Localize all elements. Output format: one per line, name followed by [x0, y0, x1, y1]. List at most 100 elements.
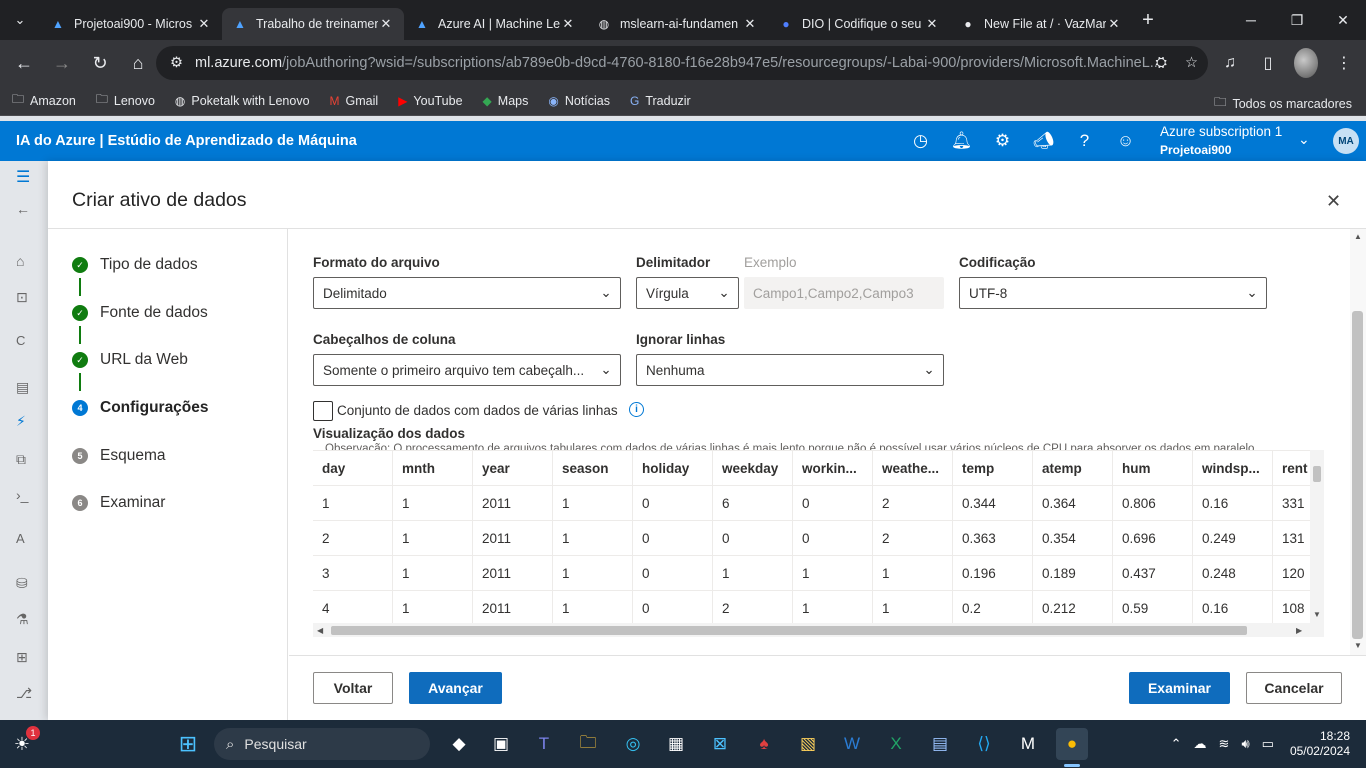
feedback-smiley-icon[interactable]: ☺: [1105, 131, 1146, 151]
bookmark-star-icon[interactable]: ☆: [1185, 55, 1198, 71]
home-icon[interactable]: ⌂: [120, 45, 156, 81]
browser-tab[interactable]: ● DIO | Codifique o seu ✕: [768, 8, 950, 40]
close-tab-icon[interactable]: ✕: [742, 16, 758, 32]
chrome-icon[interactable]: ●: [1056, 728, 1088, 760]
bookmark-noticias[interactable]: ◉ Notícias: [548, 94, 610, 108]
step-web-url[interactable]: ✓ URL da Web: [72, 348, 188, 372]
url-input[interactable]: ⚙ ml.azure.com/jobAuthoring?wsid=/subscr…: [156, 46, 1208, 80]
bookmark-maps[interactable]: ◆ Maps: [483, 94, 529, 108]
bookmark-lenovo[interactable]: 🗀 Lenovo: [96, 90, 155, 111]
cancel-button[interactable]: Cancelar: [1246, 672, 1342, 704]
multiline-checkbox[interactable]: [313, 401, 333, 421]
automl-icon[interactable]: ⚡︎: [16, 413, 26, 430]
back-arrow-icon[interactable]: ←: [6, 45, 42, 81]
column-header[interactable]: holiday: [633, 451, 713, 486]
file-format-dropdown[interactable]: Delimitado ⌄: [313, 277, 621, 309]
column-header[interactable]: mnth: [393, 451, 473, 486]
column-header[interactable]: day: [313, 451, 393, 486]
step-settings[interactable]: 4 Configurações: [72, 396, 209, 420]
calculator-icon[interactable]: ▦: [660, 728, 692, 760]
copilot-icon[interactable]: ◆: [443, 728, 475, 760]
site-info-icon[interactable]: ⚙: [170, 55, 183, 71]
bookmark-youtube[interactable]: ▶ YouTube: [398, 94, 462, 108]
table-horizontal-scrollbar[interactable]: ◀ ▶: [313, 623, 1324, 637]
user-avatar[interactable]: MA: [1333, 128, 1359, 154]
edge-icon[interactable]: ◎: [617, 728, 649, 760]
subscription-switcher[interactable]: Azure subscription 1 Projetoai900: [1160, 123, 1282, 159]
scroll-thumb[interactable]: [1313, 466, 1321, 482]
components-icon[interactable]: ⊞: [16, 649, 28, 666]
scroll-up-arrow-icon[interactable]: ▲: [1354, 232, 1362, 241]
scroll-down-arrow-icon[interactable]: ▼: [1313, 610, 1321, 619]
close-tab-icon[interactable]: ✕: [560, 16, 576, 32]
table-vertical-scrollbar[interactable]: ▼: [1310, 450, 1324, 625]
help-icon[interactable]: ?: [1064, 131, 1105, 151]
solitaire-icon[interactable]: ♠: [748, 728, 780, 760]
step-data-source[interactable]: ✓ Fonte de dados: [72, 301, 208, 325]
volume-icon[interactable]: 🔊︎: [1241, 736, 1249, 752]
close-icon[interactable]: ✕: [1326, 191, 1341, 212]
home-icon[interactable]: ⌂: [16, 253, 24, 269]
profile-avatar[interactable]: [1294, 48, 1318, 78]
column-header[interactable]: atemp: [1033, 451, 1113, 486]
restore-icon[interactable]: ❐: [1274, 0, 1320, 40]
minimize-icon[interactable]: ─: [1228, 0, 1274, 40]
browser-tab[interactable]: ▲ Azure AI | Machine Le ✕: [404, 8, 586, 40]
column-header[interactable]: hum: [1113, 451, 1193, 486]
notebook-icon[interactable]: ▤: [16, 379, 29, 396]
battery-icon[interactable]: ▭: [1262, 736, 1274, 752]
vscode-icon[interactable]: ⟨⟩: [968, 728, 1000, 760]
skip-rows-dropdown[interactable]: Nenhuma ⌄: [636, 354, 944, 386]
clock[interactable]: 18:28 05/02/2024: [1290, 729, 1350, 759]
bookmark-amazon[interactable]: 🗀 Amazon: [12, 90, 76, 111]
browser-tab[interactable]: ◍ mslearn-ai-fundamen ✕: [586, 8, 768, 40]
scroll-right-arrow-icon[interactable]: ▶: [1296, 626, 1302, 635]
history-icon[interactable]: ◷: [900, 131, 941, 151]
app-title[interactable]: IA do Azure | Estúdio de Aprendizado de …: [16, 133, 357, 149]
back-arrow-icon[interactable]: ←: [16, 201, 30, 217]
chevron-up-icon[interactable]: ⌃: [1171, 736, 1182, 752]
hamburger-menu-icon[interactable]: ☰: [16, 167, 30, 187]
column-header[interactable]: weekday: [713, 451, 793, 486]
column-header[interactable]: season: [553, 451, 633, 486]
pipelines-icon[interactable]: ⎇: [16, 685, 32, 702]
close-tab-icon[interactable]: ✕: [378, 16, 394, 32]
word-icon[interactable]: W: [836, 728, 868, 760]
bookmark-gmail[interactable]: M Gmail: [330, 94, 379, 108]
wifi-icon[interactable]: ≋: [1219, 736, 1230, 752]
new-tab-icon[interactable]: +: [1132, 9, 1164, 32]
prompt-flow-icon[interactable]: ›_: [16, 487, 28, 503]
column-header[interactable]: workin...: [793, 451, 873, 486]
next-button[interactable]: Avançar: [409, 672, 502, 704]
step-review[interactable]: 6 Examinar: [72, 491, 165, 515]
all-bookmarks[interactable]: 🗀 Todos os marcadores: [1214, 93, 1352, 114]
store-icon[interactable]: ⊠: [704, 728, 736, 760]
teams-icon[interactable]: T: [528, 728, 560, 760]
delimiter-dropdown[interactable]: Vírgula ⌄: [636, 277, 739, 309]
windows-start-icon[interactable]: ⊞: [172, 728, 204, 760]
tab-search-icon[interactable]: ⌄: [0, 0, 40, 40]
media-control-icon[interactable]: ♫: [1218, 48, 1242, 78]
app-m-icon[interactable]: M: [1012, 728, 1044, 760]
translate-icon[interactable]: ⛭: [1155, 55, 1167, 71]
back-button[interactable]: Voltar: [313, 672, 393, 704]
scroll-down-arrow-icon[interactable]: ▼: [1354, 641, 1362, 650]
browser-tab-active[interactable]: ▲ Trabalho de treinamen ✕: [222, 8, 404, 40]
column-header[interactable]: temp: [953, 451, 1033, 486]
scroll-thumb[interactable]: [1352, 311, 1363, 639]
close-tab-icon[interactable]: ✕: [1106, 16, 1122, 32]
forward-arrow-icon[interactable]: →: [44, 45, 80, 81]
step-data-type[interactable]: ✓ Tipo de dados: [72, 253, 198, 277]
notes-icon[interactable]: ▧: [792, 728, 824, 760]
data-icon[interactable]: ⛁: [16, 575, 28, 592]
catalog-icon[interactable]: ⊡: [16, 289, 28, 306]
bookmark-traduzir[interactable]: G Traduzir: [630, 94, 691, 108]
reload-icon[interactable]: ↻: [82, 45, 118, 81]
notepad-icon[interactable]: ▤: [924, 728, 956, 760]
jobs-icon[interactable]: ⚗: [16, 611, 29, 628]
bookmark-poketalk[interactable]: ◍ Poketalk with Lenovo: [175, 94, 310, 108]
side-panel-icon[interactable]: ▯: [1256, 48, 1280, 78]
onedrive-cloud-icon[interactable]: ☁: [1194, 736, 1207, 752]
column-header[interactable]: year: [473, 451, 553, 486]
step-schema[interactable]: 5 Esquema: [72, 444, 165, 468]
